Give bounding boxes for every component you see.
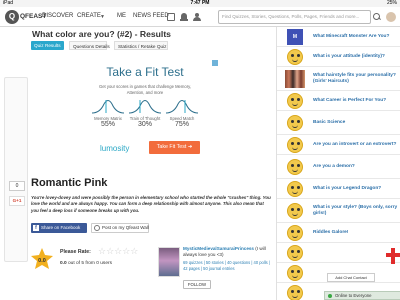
- smiley-icon: [287, 245, 303, 261]
- smiley-icon: [287, 265, 303, 281]
- tab-statistics-retake[interactable]: Statistics / Retake Quiz: [114, 41, 168, 50]
- sidebar-item-label: What Career is Perfect For You?: [313, 98, 387, 103]
- sidebar-item[interactable]: Basic Science: [277, 111, 400, 135]
- post-on-wall-button[interactable]: Post on my Qfeast Wall: [91, 223, 149, 233]
- hairstyle-thumbnail: [285, 70, 305, 88]
- smiley-icon: [287, 137, 303, 153]
- smiley-icon: [287, 181, 303, 197]
- result-description: You're lovey-dovey and were possibly the…: [31, 195, 271, 213]
- calendar-icon[interactable]: [167, 13, 175, 21]
- tab-quiz-results[interactable]: Quiz Results: [31, 41, 64, 50]
- sidebar-item[interactable]: What hairstyle fits your personality? (G…: [277, 67, 400, 91]
- sidebar-item[interactable]: Riddles Galore!: [277, 223, 400, 243]
- stat-speed-match: Speed Match 75%: [164, 116, 200, 128]
- sidebar-item-label: What Minecraft Monster Are You?: [313, 34, 390, 39]
- smiley-icon: [287, 49, 303, 65]
- online-status-label: Online to Everyone: [335, 293, 372, 298]
- red-cross-icon: [386, 248, 400, 264]
- smiley-icon: [287, 285, 303, 300]
- status-bar: iPad 7:47 PM 25%: [0, 0, 400, 7]
- tab-questions-details[interactable]: Questions Details: [69, 41, 110, 50]
- nav-news-feed[interactable]: NEWS FEED: [133, 13, 169, 19]
- google-plus-button[interactable]: G+1: [9, 196, 25, 206]
- online-status-bar[interactable]: Online to Everyone: [324, 291, 400, 300]
- take-fit-test-button[interactable]: Take Fit Test ➜: [149, 141, 200, 154]
- author-name-link[interactable]: MysticMedievalSamuraiPrincess: [183, 246, 254, 251]
- sidebar-item[interactable]: What is your attitude (identity)?: [277, 47, 400, 67]
- sidebar-item-label: What is your attitude (identity)?: [313, 54, 385, 59]
- follow-button[interactable]: FOLLOW: [183, 280, 211, 289]
- author-info: MysticMedievalSamuraiPrincess (I will al…: [183, 246, 275, 258]
- rating-summary: 0.0 out of 5 from 0 users: [60, 261, 112, 266]
- page-title: What color are you? (#2) - Results: [32, 29, 171, 39]
- rate-label: Please Rate:: [60, 249, 91, 255]
- qfeast-logo-icon[interactable]: Q: [5, 10, 19, 24]
- ad-subtitle: Get your scores in games that challenge …: [98, 84, 192, 95]
- result-title: Romantic Pink: [31, 177, 108, 189]
- smiley-icon: [287, 203, 303, 219]
- bell-icon[interactable]: [180, 13, 188, 21]
- share-count: 0: [9, 181, 25, 191]
- share-on-facebook-button[interactable]: f Share on Facebook: [31, 223, 87, 233]
- sidebar-item[interactable]: What is your Legend Dragon?: [277, 179, 400, 199]
- sidebar-item-label: Are you an introvert or an extrovert?: [313, 142, 397, 147]
- sidebar-item[interactable]: Are you a demon?: [277, 155, 400, 179]
- facebook-icon: f: [33, 225, 39, 231]
- site-header: Q QFEAST DISCOVER CREATE ▼ ME NEWS FEED …: [0, 7, 400, 27]
- nav-discover[interactable]: DISCOVER: [42, 13, 73, 19]
- stat-value: 55%: [100, 121, 115, 128]
- advertisement[interactable]: Take a Fit Test Get your scores in games…: [72, 60, 218, 193]
- stat-value: 75%: [174, 121, 189, 128]
- sidebar-item-label: What is your style? (Boys only, sorry gi…: [313, 205, 398, 216]
- lumosity-logo[interactable]: lumosity: [100, 144, 129, 153]
- sidebar-item-label: Basic Science: [313, 120, 346, 125]
- nav-me[interactable]: ME: [117, 13, 126, 19]
- smiley-icon: [287, 115, 303, 131]
- rating-score: 0.0: [60, 261, 67, 266]
- bell-curve-icons: [91, 100, 199, 114]
- sidebar-item-label: Riddles Galore!: [313, 230, 349, 235]
- sidebar-item[interactable]: What is your style? (Boys only, sorry gi…: [277, 199, 400, 223]
- people-icon[interactable]: [193, 13, 201, 21]
- smiley-icon: [287, 225, 303, 241]
- minecraft-thumbnail: M: [287, 29, 303, 45]
- avatar[interactable]: [385, 11, 397, 23]
- search-input[interactable]: Find Quizzes, Stories, Questions, Polls,…: [218, 10, 371, 24]
- nav-create[interactable]: CREATE: [77, 13, 101, 19]
- rating-badge: 0.0: [38, 258, 46, 264]
- author-avatar[interactable]: [158, 247, 180, 277]
- share-sidebar: 0 G+1: [4, 77, 28, 262]
- author-stats[interactable]: 69 quizzes | 50 stories | 40 questions |…: [183, 260, 275, 271]
- chevron-down-icon: ▼: [100, 14, 105, 20]
- online-status-icon: [328, 294, 332, 298]
- sidebar-item-label: What is your Legend Dragon?: [313, 186, 382, 191]
- battery-indicator: 25%: [386, 0, 397, 6]
- related-quizzes-sidebar: M What Minecraft Monster Are You? What is…: [276, 27, 400, 300]
- rating-star-icon: 0.0: [31, 248, 53, 269]
- smiley-icon: [287, 93, 303, 109]
- sidebar-item[interactable]: M What Minecraft Monster Are You?: [277, 27, 400, 47]
- sidebar-item-label: Are you a demon?: [313, 164, 355, 169]
- clock: 7:47 PM: [190, 0, 210, 6]
- smiley-icon: [287, 159, 303, 175]
- stat-memory-matrix: Memory Matrix 55%: [90, 116, 126, 128]
- wall-icon: [94, 225, 100, 231]
- rating-summary-text: out of 5 from 0 users: [66, 261, 112, 266]
- main-content: What color are you? (#2) - Results Quiz …: [0, 27, 276, 300]
- sidebar-item[interactable]: Are you an introvert or an extrovert?: [277, 135, 400, 155]
- wall-label: Post on my Qfeast Wall: [102, 225, 149, 230]
- add-chat-contact-button[interactable]: Add Chat Contact: [327, 273, 375, 282]
- ad-title: Take a Fit Test: [106, 65, 184, 79]
- sidebar-item[interactable]: [277, 243, 400, 263]
- stat-value: 30%: [137, 121, 152, 128]
- sidebar-item[interactable]: What Career is Perfect For You?: [277, 91, 400, 111]
- sidebar-item-label: What hairstyle fits your personality? (G…: [313, 73, 396, 84]
- stat-train-of-thought: Train of Thought 30%: [127, 116, 163, 128]
- facebook-label: Share on Facebook: [41, 225, 81, 230]
- rating-stars[interactable]: ☆☆☆☆☆: [98, 246, 138, 257]
- search-icon[interactable]: [371, 10, 383, 24]
